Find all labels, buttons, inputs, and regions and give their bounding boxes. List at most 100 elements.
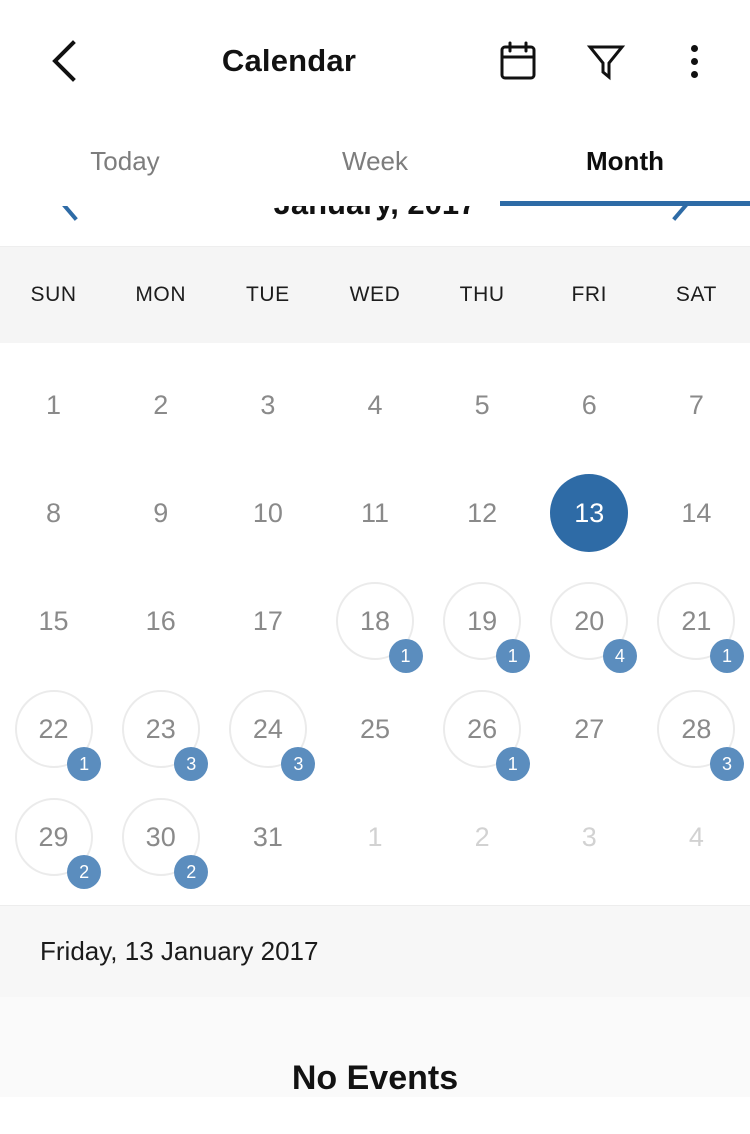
calendar-day-cell[interactable]: 14 xyxy=(643,459,750,567)
chevron-right-icon xyxy=(672,206,688,221)
calendar-day-cell[interactable]: 9 xyxy=(107,459,214,567)
calendar-day-cell[interactable]: 28 3 xyxy=(643,675,750,783)
calendar-day-cell[interactable]: 11 xyxy=(321,459,428,567)
event-count-badge: 3 xyxy=(174,747,209,781)
calendar-week-row: 15 16 17 18 1 19 1 20 4 21 1 xyxy=(0,567,750,675)
calendar-day-cell[interactable]: 29 2 xyxy=(0,783,107,891)
calendar-week-row: 8 9 10 11 12 13 14 xyxy=(0,459,750,567)
calendar-day-number: 8 xyxy=(46,497,62,528)
calendar-day-number: 10 xyxy=(252,497,283,528)
no-events-label: No Events xyxy=(291,1059,459,1097)
calendar-day-cell[interactable]: 3 xyxy=(536,783,643,891)
calendar-day-cell[interactable]: 26 1 xyxy=(429,675,536,783)
calendar-day-cell[interactable]: 19 1 xyxy=(429,567,536,675)
calendar-day-cell[interactable]: 30 2 xyxy=(107,783,214,891)
calendar-day-cell[interactable]: 1 xyxy=(0,351,107,459)
calendar-day-number: 27 xyxy=(574,713,605,744)
calendar-day-cell[interactable]: 13 xyxy=(536,459,643,567)
calendar-day-cell[interactable]: 24 3 xyxy=(214,675,321,783)
calendar-day-cell[interactable]: 4 xyxy=(321,351,428,459)
calendar-grid: 1 2 3 4 5 6 7 8 9 10 11 12 13 14 15 16 17 18 1 19 1 20 4 21 1 22 1… xyxy=(0,343,750,891)
tab-week-label: Week xyxy=(342,145,408,176)
event-count-badge: 1 xyxy=(495,639,530,673)
event-count-badge: 1 xyxy=(495,747,530,781)
calendar-day-number: 7 xyxy=(688,389,704,420)
event-count-badge: 1 xyxy=(388,639,423,673)
tab-week[interactable]: Week xyxy=(250,122,500,206)
calendar-screen: Calendar Today Week Month SUN MON TUE WE… xyxy=(0,0,750,1134)
tab-today[interactable]: Today xyxy=(0,122,250,206)
calendar-day-cell[interactable]: 2 xyxy=(429,783,536,891)
calendar-day-cell[interactable]: 10 xyxy=(214,459,321,567)
calendar-week-row: 29 2 30 2 31 1 2 3 4 xyxy=(0,783,750,891)
calendar-day-number: 12 xyxy=(467,497,498,528)
calendar-day-number: 6 xyxy=(581,389,597,420)
filter-button[interactable] xyxy=(584,39,628,83)
calendar-day-cell[interactable]: 3 xyxy=(214,351,321,459)
calendar-day-cell[interactable]: 15 xyxy=(0,567,107,675)
calendar-day-cell[interactable]: 16 xyxy=(107,567,214,675)
event-count-badge: 1 xyxy=(710,639,744,673)
tab-today-label: Today xyxy=(90,145,160,176)
event-count-badge: 2 xyxy=(67,855,102,889)
calendar-week-row: 1 2 3 4 5 6 7 xyxy=(0,351,750,459)
weekday-sun: SUN xyxy=(30,283,77,306)
calendar-day-cell[interactable]: 6 xyxy=(536,351,643,459)
month-year-label: January, 2017 xyxy=(92,206,658,222)
weekday-header: SUN MON TUE WED THU FRI SAT xyxy=(0,247,750,343)
calendar-day-cell[interactable]: 20 4 xyxy=(536,567,643,675)
calendar-day-number: 2 xyxy=(153,389,169,420)
calendar-day-number: 11 xyxy=(360,497,389,528)
calendar-day-cell[interactable]: 21 1 xyxy=(643,567,750,675)
calendar-day-number: 5 xyxy=(474,389,490,420)
calendar-day-cell[interactable]: 4 xyxy=(643,783,750,891)
weekday-tue: TUE xyxy=(245,283,290,306)
event-count-badge: 1 xyxy=(67,747,102,781)
calendar-day-number: 9 xyxy=(153,497,169,528)
calendar-day-number: 1 xyxy=(46,389,62,420)
event-count-badge: 3 xyxy=(710,747,744,781)
calendar-day-number: 14 xyxy=(681,497,712,528)
calendar-day-cell[interactable]: 31 xyxy=(214,783,321,891)
filter-icon xyxy=(586,45,626,81)
calendar-day-cell[interactable]: 23 3 xyxy=(107,675,214,783)
app-bar: Calendar xyxy=(0,0,750,122)
weekday-sat: SAT xyxy=(675,283,717,306)
tab-month[interactable]: Month xyxy=(500,122,750,206)
calendar-day-number: 3 xyxy=(260,389,276,420)
calendar-icon xyxy=(500,41,536,80)
tab-active-indicator xyxy=(500,201,750,206)
calendar-day-number: 2 xyxy=(474,821,490,852)
calendar-day-number: 16 xyxy=(145,605,176,636)
calendar-day-number: 4 xyxy=(367,389,383,420)
calendar-day-cell[interactable]: 1 xyxy=(321,783,428,891)
calendar-day-number: 17 xyxy=(252,605,283,636)
calendar-day-cell[interactable]: 17 xyxy=(214,567,321,675)
calendar-day-cell[interactable]: 8 xyxy=(0,459,107,567)
calendar-day-cell[interactable]: 27 xyxy=(536,675,643,783)
calendar-day-number: 15 xyxy=(38,605,69,636)
calendar-week-row: 22 1 23 3 24 3 25 26 1 27 28 3 xyxy=(0,675,750,783)
calendar-day-cell[interactable]: 18 1 xyxy=(321,567,428,675)
calendar-day-cell[interactable]: 12 xyxy=(429,459,536,567)
calendar-day-cell[interactable]: 2 xyxy=(107,351,214,459)
events-list: No Events xyxy=(0,997,750,1097)
month-navigation: January, 2017 xyxy=(0,206,750,247)
weekday-mon: MON xyxy=(135,283,187,306)
tab-month-label: Month xyxy=(586,145,664,176)
calendar-day-cell[interactable]: 22 1 xyxy=(0,675,107,783)
weekday-fri: FRI xyxy=(571,283,608,306)
selected-date-bar: Friday, 13 January 2017 xyxy=(0,905,750,997)
weekday-thu: THU xyxy=(459,283,505,306)
calendar-day-cell[interactable]: 7 xyxy=(643,351,750,459)
calendar-button[interactable] xyxy=(496,39,540,83)
page-title: Calendar xyxy=(221,43,357,78)
previous-month-button[interactable] xyxy=(46,206,92,227)
calendar-day-number: 4 xyxy=(688,821,704,852)
calendar-day-cell[interactable]: 25 xyxy=(321,675,428,783)
calendar-day-cell[interactable]: 5 xyxy=(429,351,536,459)
selected-date-label: Friday, 13 January 2017 xyxy=(40,936,319,966)
chevron-left-icon xyxy=(62,206,78,221)
overflow-menu-button[interactable] xyxy=(672,39,716,83)
next-month-button[interactable] xyxy=(658,206,704,227)
